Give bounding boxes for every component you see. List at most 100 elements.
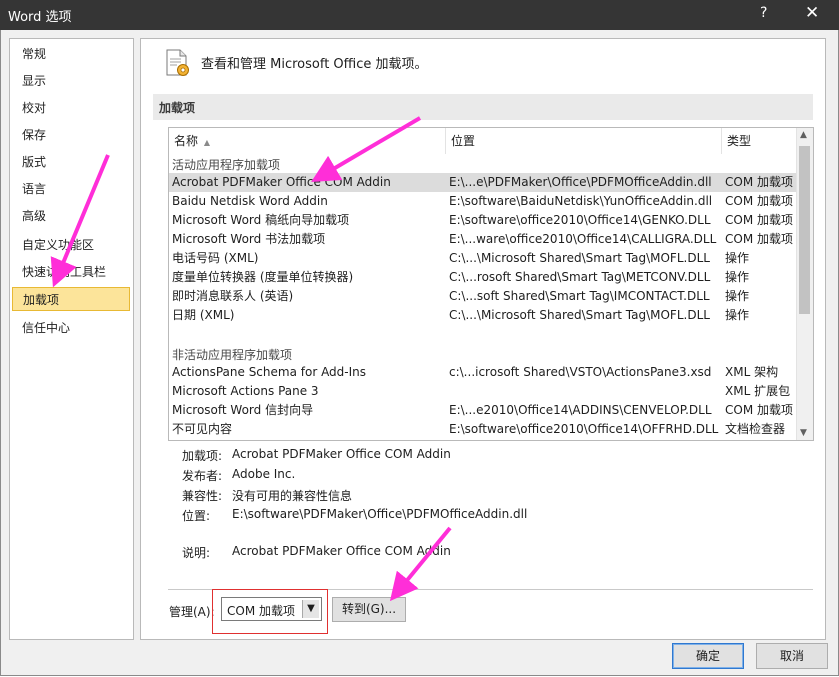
cell-name: Baidu Netdisk Word Addin bbox=[172, 194, 328, 208]
cell-location: E:\software\BaiduNetdisk\YunOfficeAddin.… bbox=[449, 194, 713, 208]
sidebar-item-8[interactable]: 快速访问工具栏 bbox=[12, 260, 130, 284]
cell-name: 不可见内容 bbox=[172, 422, 233, 436]
table-row[interactable]: 不可见内容 E:\software\office2010\Office14\OFF… bbox=[169, 420, 796, 439]
title-bar: Word 选项 ? ✕ bbox=[0, 0, 839, 30]
cell-name: Microsoft Word 稿纸向导加载项 bbox=[172, 213, 350, 227]
sort-ascending-icon: ▲ bbox=[203, 138, 210, 147]
sidebar-item-3[interactable]: 保存 bbox=[12, 123, 130, 147]
cell-type: XML 扩展包 bbox=[725, 384, 791, 398]
detail-addin-value: Acrobat PDFMaker Office COM Addin bbox=[232, 447, 451, 461]
column-header-type[interactable]: 类型 bbox=[722, 128, 796, 154]
section-header: 加载项 bbox=[153, 94, 813, 120]
panel-description: 查看和管理 Microsoft Office 加载项。 bbox=[201, 57, 428, 72]
table-row[interactable]: Microsoft Word 稿纸向导加载项 E:\software\office… bbox=[169, 211, 796, 230]
sidebar-item-2[interactable]: 校对 bbox=[12, 96, 130, 120]
table-row[interactable]: Microsoft Word 信封向导 E:\...e2010\Office14\… bbox=[169, 401, 796, 420]
column-header-name[interactable]: 名称 ▲ bbox=[169, 128, 446, 154]
sidebar-item-5[interactable]: 语言 bbox=[12, 177, 130, 201]
cell-location: c:\...icrosoft Shared\VSTO\ActionsPane3.… bbox=[449, 365, 712, 379]
options-dialog: 常规 显示 校对 保存 版式 语言 高级 自定义功能区 快速访问工具栏 加载项 信任中心 查看和管理… bbox=[0, 30, 839, 676]
sidebar-item-9[interactable]: 加载项 bbox=[12, 287, 130, 311]
addins-gear-icon bbox=[166, 49, 189, 76]
cell-name: Microsoft Word 书法加载项 bbox=[172, 232, 326, 246]
scroll-down-icon[interactable]: ▼ bbox=[800, 428, 807, 438]
cell-type: COM 加载项 bbox=[725, 213, 793, 227]
sidebar-item-0[interactable]: 常规 bbox=[12, 42, 130, 66]
column-location-label: 位置 bbox=[451, 134, 476, 148]
cell-type: 操作 bbox=[725, 251, 750, 265]
cell-type: 文档检查器 bbox=[725, 422, 786, 436]
cell-name: 度量单位转换器 (度量单位转换器) bbox=[172, 270, 354, 284]
addins-panel: 查看和管理 Microsoft Office 加载项。 加载项 名称 ▲ 位置 … bbox=[140, 38, 826, 640]
cell-location: C:\...\Microsoft Shared\Smart Tag\MOFL.D… bbox=[449, 251, 710, 265]
cancel-button[interactable]: 取消 bbox=[756, 643, 828, 669]
window-title: Word 选项 bbox=[8, 10, 72, 25]
cell-type: XML 架构 bbox=[725, 365, 779, 379]
detail-compat-label: 兼容性: bbox=[182, 489, 223, 503]
ok-button[interactable]: 确定 bbox=[672, 643, 744, 669]
cell-name: Acrobat PDFMaker Office COM Addin bbox=[172, 175, 391, 189]
cell-location: E:\software\office2010\Office14\GENKO.DL… bbox=[449, 213, 711, 227]
cell-location: E:\...e\PDFMaker\Office\PDFMOfficeAddin.… bbox=[449, 175, 712, 189]
detail-addin-label: 加载项: bbox=[182, 449, 223, 463]
table-row[interactable]: 日期 (XML) C:\...\Microsoft Shared\Smart Ta… bbox=[169, 306, 796, 325]
section-title: 加载项 bbox=[159, 101, 196, 115]
sidebar-item-10[interactable]: 信任中心 bbox=[12, 316, 130, 340]
chevron-down-icon[interactable]: ▼ bbox=[302, 600, 319, 618]
table-row[interactable]: Acrobat PDFMaker Office COM Addin E:\...e… bbox=[169, 173, 796, 192]
cell-name: 电话号码 (XML) bbox=[172, 251, 259, 265]
detail-desc-label: 说明: bbox=[182, 546, 211, 560]
detail-publisher-label: 发布者: bbox=[182, 469, 223, 483]
column-header-location[interactable]: 位置 bbox=[446, 128, 722, 154]
scroll-thumb[interactable] bbox=[799, 146, 810, 314]
cell-type: COM 加载项 bbox=[725, 194, 793, 208]
cell-type: COM 加载项 bbox=[725, 175, 793, 189]
table-row[interactable]: Microsoft Actions Pane 3 XML 扩展包 bbox=[169, 382, 796, 401]
cell-location: E:\...e2010\Office14\ADDINS\CENVELOP.DLL bbox=[449, 403, 712, 417]
sidebar-item-7[interactable]: 自定义功能区 bbox=[12, 233, 130, 257]
table-row[interactable]: ActionsPane Schema for Add-Ins c:\...icro… bbox=[169, 363, 796, 382]
detail-location-value: E:\software\PDFMaker\Office\PDFMOfficeAd… bbox=[232, 507, 528, 521]
detail-compat-value: 没有可用的兼容性信息 bbox=[232, 489, 353, 503]
manage-select[interactable]: COM 加载项 ▼ bbox=[221, 597, 322, 621]
column-name-label: 名称 bbox=[174, 134, 199, 148]
cell-type: 操作 bbox=[725, 270, 750, 284]
cell-type: COM 加载项 bbox=[725, 232, 793, 246]
cell-name: Microsoft Actions Pane 3 bbox=[172, 384, 319, 398]
table-row[interactable]: Baidu Netdisk Word Addin E:\software\Baid… bbox=[169, 192, 796, 211]
table-row[interactable]: 即时消息联系人 (英语) C:\...soft Shared\Smart Tag\… bbox=[169, 287, 796, 306]
inactive-group-label: 非活动应用程序加载项 bbox=[172, 348, 293, 362]
manage-label: 管理(A): bbox=[169, 605, 215, 619]
help-icon[interactable]: ? bbox=[760, 5, 767, 21]
detail-desc-value: Acrobat PDFMaker Office COM Addin bbox=[232, 544, 451, 558]
cell-type: COM 加载项 bbox=[725, 403, 793, 417]
cell-location: E:\software\office2010\Office14\OFFRHD.D… bbox=[449, 422, 719, 436]
cell-name: 日期 (XML) bbox=[172, 308, 235, 322]
cell-location: C:\...\Microsoft Shared\Smart Tag\MOFL.D… bbox=[449, 308, 710, 322]
cell-name: 即时消息联系人 (英语) bbox=[172, 289, 294, 303]
cell-location: C:\...soft Shared\Smart Tag\IMCONTACT.DL… bbox=[449, 289, 710, 303]
manage-select-value: COM 加载项 bbox=[227, 604, 295, 618]
table-scrollbar[interactable]: ▲ ▼ bbox=[796, 128, 813, 440]
detail-location-label: 位置: bbox=[182, 509, 211, 523]
table-row[interactable]: 电话号码 (XML) C:\...\Microsoft Shared\Smart … bbox=[169, 249, 796, 268]
active-group-label: 活动应用程序加载项 bbox=[172, 158, 281, 172]
cell-type: 操作 bbox=[725, 308, 750, 322]
scroll-up-icon[interactable]: ▲ bbox=[800, 130, 807, 140]
cell-name: Microsoft Word 信封向导 bbox=[172, 403, 314, 417]
close-icon[interactable]: ✕ bbox=[805, 3, 819, 23]
cell-location: E:\...ware\office2010\Office14\CALLIGRA.… bbox=[449, 232, 717, 246]
sidebar-item-6[interactable]: 高级 bbox=[12, 204, 130, 228]
table-row[interactable]: 度量单位转换器 (度量单位转换器) C:\...rosoft Shared\Sma… bbox=[169, 268, 796, 287]
goto-button[interactable]: 转到(G)... bbox=[332, 597, 406, 622]
sidebar-item-4[interactable]: 版式 bbox=[12, 150, 130, 174]
cell-name: ActionsPane Schema for Add-Ins bbox=[172, 365, 367, 379]
addins-table: 名称 ▲ 位置 类型 活动应用程序加载项 Acrobat PDFMaker Of… bbox=[168, 127, 814, 441]
column-type-label: 类型 bbox=[727, 134, 752, 148]
sidebar-item-1[interactable]: 显示 bbox=[12, 69, 130, 93]
options-sidebar: 常规显示校对保存版式语言高级自定义功能区 快速访问工具栏 加载项信任中心 bbox=[9, 38, 134, 640]
detail-publisher-value: Adobe Inc. bbox=[232, 467, 296, 481]
cell-location: C:\...rosoft Shared\Smart Tag\METCONV.DL… bbox=[449, 270, 711, 284]
table-row[interactable]: Microsoft Word 书法加载项 E:\...ware\office201… bbox=[169, 230, 796, 249]
cell-type: 操作 bbox=[725, 289, 750, 303]
